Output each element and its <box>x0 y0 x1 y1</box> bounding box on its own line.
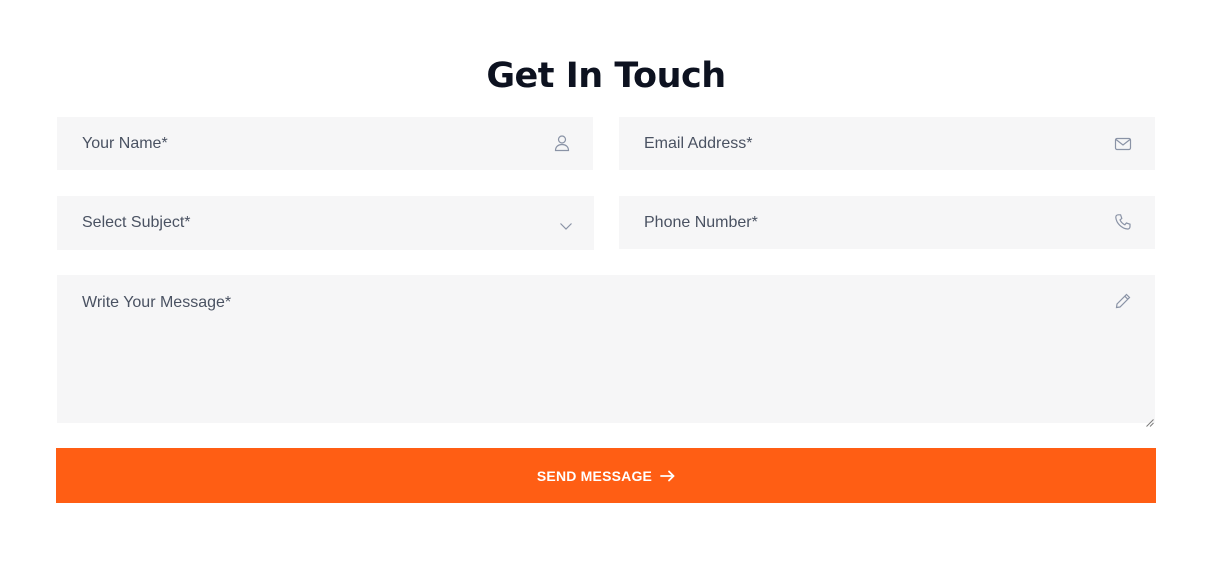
message-field <box>57 275 1155 427</box>
phone-input[interactable] <box>644 196 1084 249</box>
subject-select[interactable]: Select Subject* <box>57 196 594 250</box>
envelope-icon <box>1114 135 1132 153</box>
email-field <box>619 117 1155 170</box>
pencil-icon <box>1114 292 1132 310</box>
subject-selected-value: Select Subject* <box>82 214 191 231</box>
name-field <box>57 117 593 170</box>
phone-field <box>619 196 1155 249</box>
email-input[interactable] <box>644 117 1084 170</box>
page-title: Get In Touch <box>486 56 726 96</box>
user-icon <box>553 134 571 152</box>
message-textarea[interactable] <box>82 293 1102 403</box>
arrow-right-icon <box>660 470 675 482</box>
phone-icon <box>1114 213 1132 231</box>
send-message-label: SEND MESSAGE <box>536 467 653 484</box>
resize-handle-icon[interactable] <box>1146 414 1154 427</box>
send-message-button[interactable]: SEND MESSAGE <box>56 448 1156 503</box>
chevron-down-icon <box>557 217 575 235</box>
name-input[interactable] <box>82 117 522 170</box>
